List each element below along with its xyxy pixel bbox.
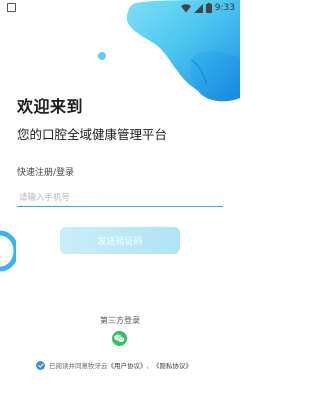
- status-icons: 9:33: [180, 2, 235, 14]
- platform-subtitle: 您的口腔全域健康管理平台: [17, 127, 168, 142]
- status-time: 9:33: [214, 3, 235, 13]
- user-agreement-link[interactable]: 《用户协议》: [108, 360, 147, 370]
- send-code-label: 发送验证码: [97, 237, 143, 247]
- quick-register-login-label: 快速注册/登录: [17, 168, 75, 178]
- agreement-row: 已阅读并同意牧牙云 《用户协议》 、 《隐私协议》: [36, 359, 192, 371]
- send-code-button[interactable]: 发送验证码: [60, 227, 180, 254]
- phone-input[interactable]: [17, 189, 223, 207]
- status-bar: 9:33: [0, 0, 240, 16]
- wifi-icon: [180, 3, 191, 12]
- privacy-policy-link[interactable]: 《隐私协议》: [153, 360, 192, 370]
- wechat-login-button[interactable]: [112, 331, 127, 346]
- third-party-login-label: 第三方登录: [100, 316, 140, 325]
- app-notification-icon: [7, 3, 16, 12]
- login-content: 欢迎来到 您的口腔全域健康管理平台 快速注册/登录 发送验证码 第三方登录 已阅…: [0, 0, 240, 400]
- signal-icon: [193, 3, 203, 13]
- wechat-icon: [114, 334, 125, 343]
- check-icon: [37, 362, 44, 368]
- welcome-title: 欢迎来到: [17, 97, 84, 116]
- battery-icon: [205, 3, 212, 13]
- agreement-prefix: 已阅读并同意牧牙云: [49, 362, 108, 370]
- agree-checkbox[interactable]: [36, 360, 45, 370]
